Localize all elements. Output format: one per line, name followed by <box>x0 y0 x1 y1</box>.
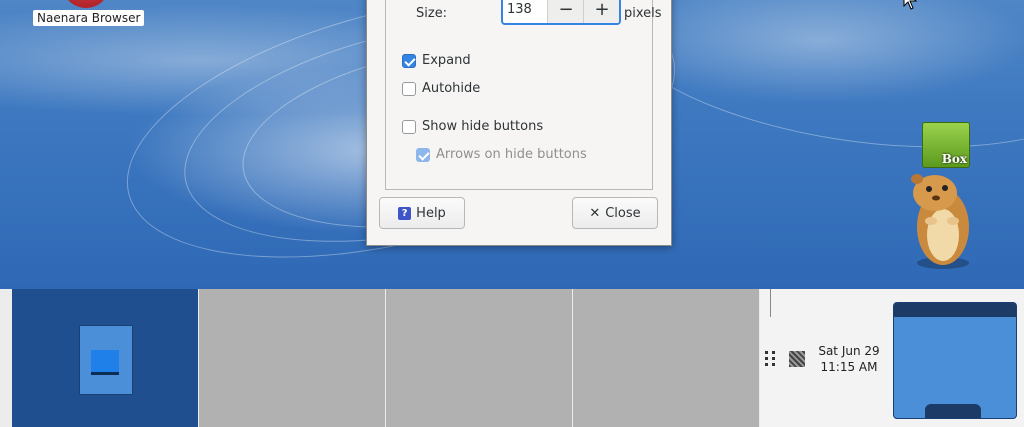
panel-properties-dialog: Size: 138 − + pixels Expand Autohide Sho… <box>366 0 918 246</box>
checkbox-unchecked-icon[interactable] <box>402 81 416 96</box>
workspace-3[interactable] <box>386 289 573 427</box>
autohide-checkbox[interactable]: Autohide <box>402 81 480 96</box>
help-button-label: Help <box>416 205 446 221</box>
close-button[interactable]: ✕ Close <box>572 197 658 229</box>
arrows-on-hide-buttons-label: Arrows on hide buttons <box>436 147 587 162</box>
close-button-label: Close <box>605 205 641 221</box>
clock-time: 11:15 AM <box>820 360 878 374</box>
workspace-window-thumbnail[interactable] <box>79 325 133 395</box>
show-desktop-button[interactable] <box>893 302 1017 419</box>
gbox-icon-text: Box <box>941 152 967 166</box>
workspace-4[interactable] <box>573 289 760 427</box>
decrease-size-button[interactable]: − <box>547 0 584 23</box>
checkbox-checked-icon <box>416 147 430 162</box>
network-status-icon[interactable] <box>789 351 805 367</box>
increase-size-button[interactable]: + <box>583 0 619 23</box>
clock[interactable]: Sat Jun 29 11:15 AM <box>806 343 892 375</box>
window-icon <box>91 350 119 375</box>
workspace-2[interactable] <box>199 289 386 427</box>
workspace-switcher[interactable] <box>12 289 760 427</box>
size-spin-button[interactable]: 138 − + <box>501 0 621 25</box>
panel-separator <box>770 289 771 317</box>
size-label: Size: <box>416 6 448 21</box>
expand-checkbox[interactable]: Expand <box>402 53 471 68</box>
checkbox-unchecked-icon[interactable] <box>402 119 416 134</box>
autohide-label: Autohide <box>422 81 481 96</box>
bottom-panel: Sat Jun 29 11:15 AM <box>0 289 1024 427</box>
help-button[interactable]: ? Help <box>379 197 465 229</box>
show-hide-buttons-label: Show hide buttons <box>422 119 544 134</box>
hamster-mascot-icon <box>911 174 969 269</box>
size-unit-label: pixels <box>624 6 662 21</box>
help-icon: ? <box>398 206 412 220</box>
options-frame: Size: 138 − + pixels Expand Autohide Sho… <box>385 0 662 190</box>
desktop-icon-label: Naenara Browser <box>33 10 145 26</box>
window-titlebar-icon <box>894 303 1016 317</box>
close-icon: ✕ <box>589 205 601 221</box>
mouse-pointer-icon <box>903 0 918 10</box>
browser-icon <box>62 0 110 8</box>
gbox-icon: Box <box>922 122 970 168</box>
checkbox-checked-icon[interactable] <box>402 53 416 68</box>
drag-handle-icon[interactable] <box>763 351 777 367</box>
arrows-on-hide-buttons-checkbox: Arrows on hide buttons <box>416 147 587 162</box>
workspace-1[interactable] <box>12 289 199 427</box>
window-tab-icon <box>925 404 981 418</box>
show-hide-buttons-checkbox[interactable]: Show hide buttons <box>402 119 543 134</box>
size-input[interactable]: 138 <box>507 2 532 17</box>
clock-date: Sat Jun 29 <box>818 344 880 358</box>
expand-label: Expand <box>422 53 471 68</box>
